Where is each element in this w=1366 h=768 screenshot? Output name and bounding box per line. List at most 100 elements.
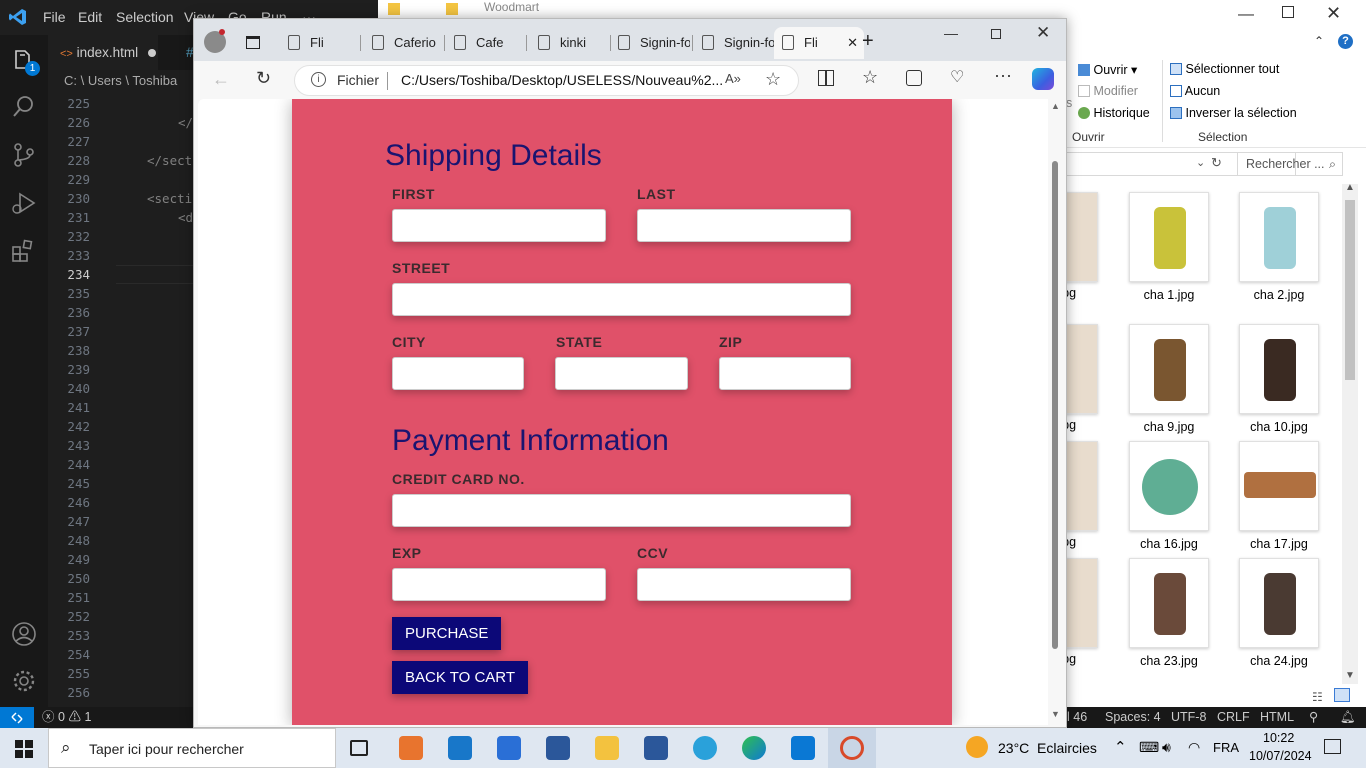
word-doc-icon[interactable] (644, 736, 668, 760)
split-screen-icon[interactable] (818, 70, 834, 86)
refresh-icon[interactable]: ↻ (256, 68, 271, 89)
active-app-highlight[interactable] (828, 728, 876, 768)
clock-date[interactable]: 10/07/2024 (1249, 749, 1312, 763)
close-tab-icon[interactable]: ✕ (847, 27, 858, 59)
status-column[interactable]: l 46 (1067, 707, 1087, 728)
phone-dock-thumbnail[interactable] (1129, 558, 1209, 648)
browser-tab[interactable]: Signin-fo (694, 27, 774, 59)
menu-file[interactable]: File (43, 9, 66, 25)
close-icon[interactable]: ✕ (1326, 3, 1341, 24)
address-bar[interactable]: i Fichier C:/Users/Toshiba/Desktop/USELE… (294, 65, 799, 96)
weather-description[interactable]: Eclaircies (1037, 740, 1097, 756)
chair-yellow-thumbnail[interactable] (1129, 192, 1209, 282)
browser-tab[interactable]: kinki (530, 27, 608, 59)
ccv-input[interactable] (637, 568, 851, 601)
language-indicator[interactable]: FRA (1213, 740, 1239, 755)
menu-edit[interactable]: Edit (78, 9, 102, 25)
favorites-icon[interactable]: ☆ (862, 67, 878, 88)
windows-start-icon[interactable] (15, 740, 33, 758)
zip-input[interactable] (719, 357, 851, 390)
select-all-button[interactable]: Sélectionner tout (1170, 62, 1279, 76)
weather-sun-icon[interactable] (966, 736, 988, 758)
browser-tab[interactable]: Fli ✕ (774, 27, 864, 59)
network-icon[interactable]: ⌨ (1139, 739, 1159, 756)
back-to-cart-button[interactable]: BACK TO CART (392, 661, 529, 694)
large-icons-view-icon[interactable] (1334, 688, 1350, 702)
status-encoding[interactable]: UTF-8 (1171, 707, 1206, 728)
last-name-input[interactable] (637, 209, 851, 242)
run-debug-icon[interactable] (10, 189, 38, 217)
scroll-down-icon[interactable]: ▼ (1051, 709, 1060, 719)
new-tab-icon[interactable]: + (862, 31, 874, 51)
tray-chevron-up-icon[interactable]: ⌃ (1114, 738, 1127, 756)
notification-center-icon[interactable] (1324, 739, 1341, 754)
unsaved-dot-icon[interactable] (147, 49, 156, 57)
menu-selection[interactable]: Selection (116, 9, 174, 25)
extensions-icon[interactable] (10, 237, 38, 265)
account-icon[interactable] (10, 620, 38, 648)
wooden-tray-thumbnail[interactable] (1239, 441, 1319, 531)
refresh-icon[interactable]: ↻ (1211, 155, 1222, 171)
favorite-star-icon[interactable]: ☆ (765, 69, 781, 90)
status-spaces[interactable]: Spaces: 4 (1105, 707, 1161, 728)
invert-selection-button[interactable]: Inverser la sélection (1170, 106, 1297, 120)
maximize-icon[interactable] (991, 29, 1001, 39)
credit-card-input[interactable] (392, 494, 851, 527)
exp-input[interactable] (392, 568, 606, 601)
explorer-scrollbar[interactable]: ▲ ▼ (1342, 182, 1358, 684)
scroll-down-icon[interactable]: ▼ (1345, 670, 1355, 681)
remote-icon[interactable] (0, 707, 34, 728)
lounge-chair-thumbnail[interactable] (1239, 324, 1319, 414)
weather-temperature[interactable]: 23°C (998, 740, 1029, 756)
vscode-icon[interactable] (791, 736, 815, 760)
settings-more-icon[interactable]: ··· (994, 65, 1012, 86)
state-input[interactable] (555, 357, 688, 390)
help-icon[interactable]: ? (1338, 34, 1353, 49)
taskbar-search-box[interactable]: ⌕ Taper ici pour rechercher (48, 728, 336, 768)
info-icon[interactable]: i (311, 72, 326, 87)
chair-blue-thumbnail[interactable] (1239, 192, 1319, 282)
wall-clock-thumbnail[interactable] (1129, 441, 1209, 531)
telegram-icon[interactable] (693, 736, 717, 760)
notifications-bell-icon[interactable]: 🔔︎ (1340, 707, 1356, 728)
browser-essentials-icon[interactable]: ♡ (950, 67, 964, 87)
page-scroll-thumb[interactable] (1052, 161, 1058, 649)
bottle-lamp-thumbnail[interactable] (1129, 324, 1209, 414)
purchase-button[interactable]: PURCHASE (392, 617, 502, 650)
settings-gear-icon[interactable] (10, 667, 38, 695)
file-explorer-icon[interactable] (595, 736, 619, 760)
tab-actions-icon[interactable] (246, 36, 260, 49)
browser-tab[interactable]: Cafe (446, 27, 524, 59)
maximize-icon[interactable] (1282, 6, 1294, 18)
volume-icon[interactable]: 🔊︎ (1162, 739, 1171, 756)
scroll-up-icon[interactable]: ▲ (1051, 101, 1060, 111)
edit-button[interactable]: Modifier (1078, 84, 1138, 98)
browser-tab[interactable]: Caferio (364, 27, 442, 59)
minimize-icon[interactable]: — (944, 25, 958, 41)
explorer-search-input[interactable]: Rechercher ... ⌕ (1237, 152, 1343, 176)
chevron-down-icon[interactable]: ⌄ (1196, 156, 1205, 169)
search-icon[interactable] (10, 93, 38, 121)
profile-avatar[interactable] (204, 29, 226, 53)
street-input[interactable] (392, 283, 851, 316)
breadcrumb[interactable]: C: \ Users \ Toshiba (48, 70, 194, 92)
status-eol[interactable]: CRLF (1217, 707, 1250, 728)
read-aloud-icon[interactable]: A» (725, 71, 741, 86)
phone-dock-dark-thumbnail[interactable] (1239, 558, 1319, 648)
close-icon[interactable]: ✕ (1036, 23, 1050, 43)
first-name-input[interactable] (392, 209, 606, 242)
page-scrollbar[interactable]: ▲ ▼ (1048, 99, 1062, 725)
word-icon[interactable] (546, 736, 570, 760)
explorer-scroll-thumb[interactable] (1345, 200, 1355, 380)
open-button[interactable]: Ouvrir ▾ (1078, 62, 1137, 77)
city-input[interactable] (392, 357, 524, 390)
edge-icon[interactable] (742, 736, 766, 760)
wifi-icon[interactable]: ◠ (1188, 739, 1200, 756)
live-share-icon[interactable]: ⚲ (1309, 707, 1318, 728)
history-button[interactable]: Historique (1078, 106, 1150, 120)
mail-icon[interactable] (448, 736, 472, 760)
task-view-icon[interactable] (350, 740, 368, 756)
status-language[interactable]: HTML (1260, 707, 1294, 728)
store-icon[interactable] (497, 736, 521, 760)
back-icon[interactable]: ← (212, 69, 230, 90)
